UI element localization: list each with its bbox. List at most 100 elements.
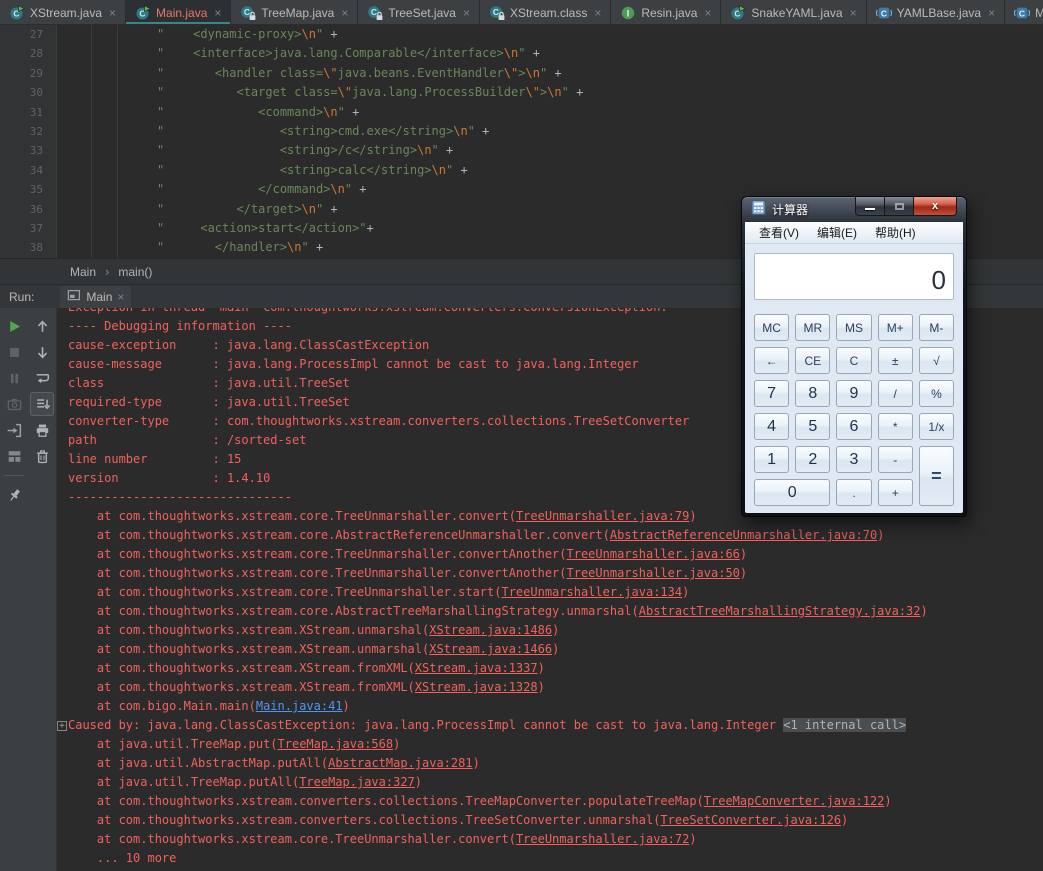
calc-button-digit-0[interactable]: 0 [754, 479, 831, 506]
pause-icon[interactable] [2, 366, 26, 390]
calc-button-multiply[interactable]: * [877, 413, 913, 440]
breadcrumb-class[interactable]: Main [70, 265, 96, 279]
calc-button-memory-clear[interactable]: MC [754, 314, 790, 341]
editor-tab-snakeyaml-java[interactable]: C SnakeYAML.java × [721, 0, 867, 24]
stack-trace-link[interactable]: XStream.java:1466 [429, 642, 552, 656]
code-line[interactable]: " <string>/c</string>\n" + [157, 141, 1043, 160]
calc-button-digit-5[interactable]: 5 [795, 413, 831, 440]
down-icon[interactable] [30, 340, 54, 364]
calc-button-negate[interactable]: ± [877, 347, 913, 374]
close-tab-icon[interactable]: × [341, 6, 348, 20]
stack-trace-link[interactable]: XStream.java:1486 [429, 623, 552, 637]
layout-icon[interactable] [2, 444, 26, 468]
screenshot-icon[interactable] [2, 392, 26, 416]
editor-tab-xstream-java[interactable]: C XStream.java × [0, 0, 127, 24]
minimize-button[interactable] [855, 197, 885, 216]
maximize-button[interactable] [885, 197, 913, 216]
soft-wrap-icon[interactable] [30, 366, 54, 390]
close-tab-icon[interactable]: × [988, 6, 995, 20]
tab-label: TreeMap.java [261, 5, 335, 20]
close-window-button[interactable]: x [913, 197, 957, 216]
calc-button-memory-store[interactable]: MS [836, 314, 872, 341]
stack-trace-link[interactable]: XStream.java:1337 [415, 661, 538, 675]
calc-button-add[interactable]: + [877, 479, 913, 506]
calculator-window[interactable]: 计算器 x 查看(V) 编辑(E) 帮助(H) 0 MC MR MS M+ M- ← CE C ± √… [741, 196, 967, 517]
menu-view[interactable]: 查看(V) [750, 222, 808, 243]
folded-frames-badge[interactable]: <1 internal call> [783, 718, 907, 732]
stack-trace-link[interactable]: AbstractTreeMarshallingStrategy.java:32 [639, 604, 921, 618]
stack-trace-link[interactable]: AbstractMap.java:281 [328, 756, 473, 770]
calc-button-divide[interactable]: / [877, 380, 913, 407]
stack-trace-link[interactable]: TreeMap.java:327 [299, 775, 415, 789]
editor-tab-main-java[interactable]: C Main.java × [126, 0, 232, 24]
pin-icon[interactable] [2, 483, 26, 507]
run-icon[interactable] [2, 314, 26, 338]
editor-tab-yamlbase-java[interactable]: C YAMLBase.java × [866, 0, 1006, 24]
calc-button-digit-6[interactable]: 6 [836, 413, 872, 440]
scroll-to-end-icon[interactable] [30, 392, 54, 416]
print-icon[interactable] [30, 418, 54, 442]
calc-button-percent[interactable]: % [918, 380, 954, 407]
menu-help[interactable]: 帮助(H) [866, 222, 925, 243]
calc-button-digit-1[interactable]: 1 [754, 446, 790, 473]
run-tab-main[interactable]: Main × [60, 285, 132, 308]
fold-expand-icon[interactable]: + [57, 721, 67, 731]
calc-button-clear-entry[interactable]: CE [795, 347, 831, 374]
stack-trace-link[interactable]: XStream.java:1328 [415, 680, 538, 694]
clear-icon[interactable] [30, 444, 54, 468]
code-line[interactable]: " <dynamic-proxy>\n" + [157, 25, 1043, 44]
calc-button-digit-7[interactable]: 7 [754, 380, 790, 407]
calc-button-reciprocal[interactable]: 1/x [918, 413, 954, 440]
close-tab-icon[interactable]: × [109, 6, 116, 20]
close-tab-icon[interactable]: × [463, 6, 470, 20]
calc-button-memory-subtract[interactable]: M- [918, 314, 954, 341]
code-line[interactable]: " <target class=\"java.lang.ProcessBuild… [157, 83, 1043, 102]
stack-trace-link[interactable]: TreeUnmarshaller.java:50 [567, 566, 740, 580]
console-line: at com.thoughtworks.xstream.core.Abstrac… [68, 604, 928, 618]
calc-button-digit-8[interactable]: 8 [795, 380, 831, 407]
calc-button-digit-3[interactable]: 3 [836, 446, 872, 473]
code-line[interactable]: " <string>cmd.exe</string>\n" + [157, 122, 1043, 141]
close-tab-icon[interactable]: × [850, 6, 857, 20]
editor-tab-treemap-java[interactable]: C TreeMap.java × [231, 0, 359, 24]
calc-button-digit-9[interactable]: 9 [836, 380, 872, 407]
stack-trace-link[interactable]: TreeUnmarshaller.java:66 [567, 547, 740, 561]
close-tab-icon[interactable]: × [704, 6, 711, 20]
code-line[interactable]: " <string>calc</string>\n" + [157, 161, 1043, 180]
menu-edit[interactable]: 编辑(E) [808, 222, 866, 243]
calc-button-backspace[interactable]: ← [754, 347, 790, 374]
close-icon[interactable]: × [117, 290, 124, 304]
calc-button-digit-4[interactable]: 4 [754, 413, 790, 440]
stack-trace-link[interactable]: TreeUnmarshaller.java:72 [516, 832, 689, 846]
editor-tab-ma[interactable]: CMa× [1005, 0, 1043, 24]
calc-button-memory-recall[interactable]: MR [795, 314, 831, 341]
calc-button-equals[interactable]: = [918, 446, 954, 506]
up-icon[interactable] [30, 314, 54, 338]
calc-button-clear[interactable]: C [836, 347, 872, 374]
close-tab-icon[interactable]: × [214, 6, 221, 20]
code-line[interactable]: " <command>\n" + [157, 103, 1043, 122]
calc-button-memory-add[interactable]: M+ [877, 314, 913, 341]
code-line[interactable]: " <interface>java.lang.Comparable</inter… [157, 44, 1043, 63]
editor-tab-treeset-java[interactable]: C TreeSet.java × [358, 0, 480, 24]
console-line: at java.util.AbstractMap.putAll(Abstract… [68, 756, 480, 770]
editor-tab-resin-java[interactable]: I Resin.java × [611, 0, 722, 24]
stack-trace-link[interactable]: TreeMapConverter.java:122 [704, 794, 885, 808]
stack-trace-link[interactable]: Main.java:41 [256, 699, 343, 713]
editor-tab-xstream-class[interactable]: C XStream.class × [479, 0, 612, 24]
stack-trace-link[interactable]: TreeSetConverter.java:126 [660, 813, 841, 827]
calc-button-digit-2[interactable]: 2 [795, 446, 831, 473]
calc-button-subtract[interactable]: - [877, 446, 913, 473]
exit-icon[interactable] [2, 418, 26, 442]
breadcrumb-method[interactable]: main() [118, 265, 152, 279]
stop-icon[interactable] [2, 340, 26, 364]
calc-button-square-root[interactable]: √ [918, 347, 954, 374]
stack-trace-link[interactable]: AbstractReferenceUnmarshaller.java:70 [610, 528, 877, 542]
stack-trace-link[interactable]: TreeUnmarshaller.java:134 [501, 585, 682, 599]
calc-button-decimal[interactable]: . [836, 479, 872, 506]
stack-trace-link[interactable]: TreeMap.java:568 [278, 737, 394, 751]
stack-trace-link[interactable]: TreeUnmarshaller.java:79 [516, 509, 689, 523]
code-line[interactable]: " <handler class=\"java.beans.EventHandl… [157, 64, 1043, 83]
calculator-display-value: 0 [931, 265, 946, 295]
close-tab-icon[interactable]: × [594, 6, 601, 20]
